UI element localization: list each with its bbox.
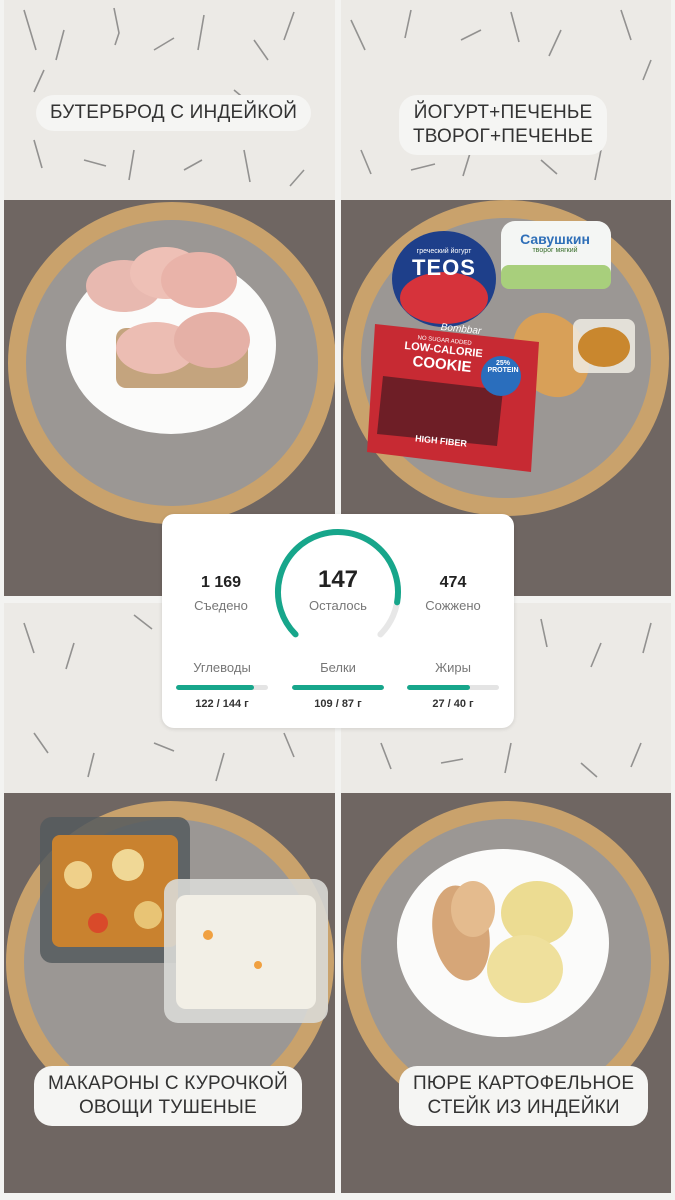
macro-bar [292,685,384,690]
meal-label-line: ПЮРЕ КАРТОФЕЛЬНОЕ [413,1073,635,1094]
meal-photo-sandwich: БУТЕРБРОД С ИНДЕЙКОЙ [4,0,335,596]
yogurt-caption: греческий йогурт [416,248,472,255]
meal-label: ЙОГУРТ+ПЕЧЕНЬЕ ТВОРОГ+ПЕЧЕНЬЕ [399,95,608,155]
meal-label-line: ЙОГУРТ+ПЕЧЕНЬЕ [413,102,593,123]
macro-bar-fill [292,685,384,690]
remaining-stat: 147 Осталось [288,566,388,613]
meal-label-line: СТЕЙК ИЗ ИНДЕЙКИ [427,1097,620,1118]
macro-fat: Жиры 27 / 40 г [407,660,499,710]
burned-value: 474 [439,574,467,591]
burned-stat: 474 Сожжено [408,574,498,613]
cottage-cheese-image [501,221,611,289]
yogurt-label: греческий йогурт TEOS [401,248,487,281]
macro-value: 27 / 40 г [432,698,474,710]
macro-bar [176,685,268,690]
macro-bar-fill [407,685,470,690]
macro-name: Белки [320,660,356,675]
macro-bar-fill [176,685,255,690]
macro-name: Жиры [435,660,471,675]
remaining-label: Осталось [309,598,367,613]
macro-protein: Белки 109 / 87 г [292,660,384,710]
cottage-brand: Савушкин [520,231,590,247]
macro-carbs: Углеводы 122 / 144 г [176,660,268,710]
meal-label-line: ОВОЩИ ТУШЕНЫЕ [78,1097,257,1118]
meal-label-line: БУТЕРБРОД С ИНДЕЙКОЙ [50,102,298,123]
eaten-label: Съедено [194,598,248,613]
burned-label: Сожжено [425,598,481,613]
meal-label-line: МАКАРОНЫ С КУРОЧКОЙ [48,1073,288,1094]
eaten-value: 1 169 [200,574,242,591]
calorie-summary-card[interactable]: 1 169 Съедено 147 Осталось 474 Сожжено У… [162,514,514,728]
eaten-stat: 1 169 Съедено [176,574,266,613]
cottage-caption: творог мягкий [532,247,578,254]
mash-turkey-image [432,881,573,1003]
pasta-container-image [40,817,328,1023]
meal-label: ПЮРЕ КАРТОФЕЛЬНОЕ СТЕЙК ИЗ ИНДЕЙКИ [399,1066,649,1126]
remaining-value: 147 [317,566,359,593]
sandwich-image [86,247,250,388]
macro-name: Углеводы [193,660,251,675]
meal-photo-yogurt-cookies: греческий йогурт TEOS Савушкин творог мя… [341,0,671,596]
meal-label: БУТЕРБРОД С ИНДЕЙКОЙ [36,95,312,131]
cookie-protein-badge: 25% PROTEIN [487,360,519,374]
yogurt-brand: TEOS [412,255,476,280]
macro-bar [407,685,499,690]
meal-label: МАКАРОНЫ С КУРОЧКОЙ ОВОЩИ ТУШЕНЫЕ [34,1066,302,1126]
macro-value: 109 / 87 г [314,698,362,710]
cottage-label: Савушкин творог мягкий [507,231,603,254]
macro-value: 122 / 144 г [195,698,249,710]
meal-label-line: ТВОРОГ+ПЕЧЕНЬЕ [413,126,594,147]
